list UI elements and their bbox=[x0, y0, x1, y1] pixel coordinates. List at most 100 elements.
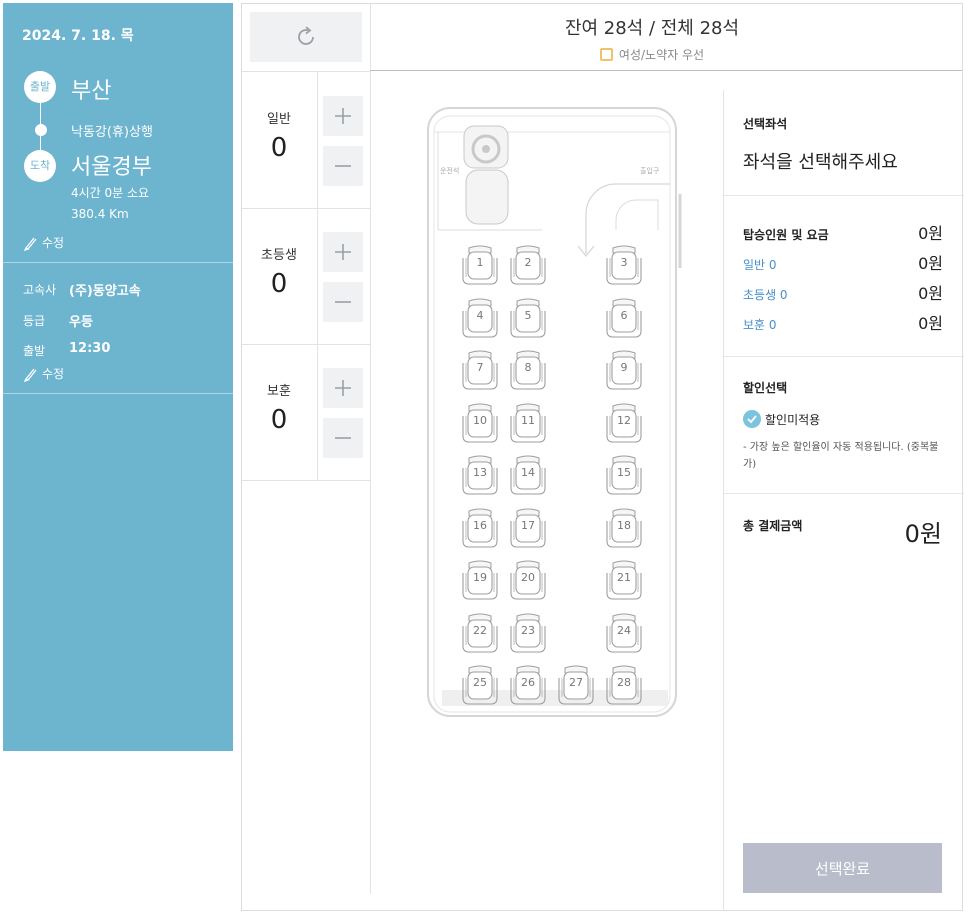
seat-26[interactable]: 26 bbox=[508, 664, 548, 708]
pencil-icon bbox=[23, 237, 37, 251]
plus-icon bbox=[335, 380, 351, 396]
fare-amount: 0원 bbox=[918, 314, 943, 333]
grade-label: 등급 bbox=[23, 314, 46, 328]
counter-general: 일반 0 bbox=[242, 108, 316, 163]
seat-selection-panel: 잔여 28석 / 전체 28석 여성/노약자 우선 일반 0 초등생 0 보훈 … bbox=[241, 3, 964, 911]
discount-title: 할인선택 bbox=[743, 381, 788, 395]
counter-divider bbox=[317, 72, 318, 480]
seat-15[interactable]: 15 bbox=[604, 454, 644, 498]
seat-14[interactable]: 14 bbox=[508, 454, 548, 498]
travel-date: 2024. 7. 18. 목 bbox=[22, 28, 134, 44]
veteran-plus-button[interactable] bbox=[323, 368, 363, 408]
company-label: 고속사 bbox=[23, 283, 57, 297]
seat-12[interactable]: 12 bbox=[604, 402, 644, 446]
fare-row-veteran: 보훈 0 0원 bbox=[743, 310, 943, 334]
fare-label: 초등생 0 bbox=[743, 288, 788, 302]
seat-28[interactable]: 28 bbox=[604, 664, 644, 708]
passenger-type-label: 보훈 bbox=[267, 384, 291, 399]
counter-row-divider bbox=[242, 208, 370, 209]
discount-option-label: 할인미적용 bbox=[765, 412, 821, 427]
edit-bus-label: 수정 bbox=[42, 367, 65, 381]
via-dot bbox=[35, 124, 47, 136]
seat-9[interactable]: 9 bbox=[604, 349, 644, 393]
seat-24[interactable]: 24 bbox=[604, 612, 644, 656]
depart-badge: 출발 bbox=[24, 71, 56, 103]
minus-icon bbox=[335, 165, 351, 167]
fare-amount: 0원 bbox=[918, 284, 943, 303]
seat-25[interactable]: 25 bbox=[460, 664, 500, 708]
counter-row-divider bbox=[242, 344, 370, 345]
trip-duration: 4시간 0분 소요 bbox=[71, 186, 150, 200]
edit-route-label: 수정 bbox=[42, 236, 65, 250]
seat-6[interactable]: 6 bbox=[604, 297, 644, 341]
seat-1[interactable]: 1 bbox=[460, 244, 500, 288]
fare-total: 0원 bbox=[918, 224, 943, 243]
seat-4[interactable]: 4 bbox=[460, 297, 500, 341]
general-minus-button[interactable] bbox=[323, 146, 363, 186]
seat-7[interactable]: 7 bbox=[460, 349, 500, 393]
seat-8[interactable]: 8 bbox=[508, 349, 548, 393]
bus-seat-map: 운전석 출입구 1 2 3 4 5 6 7 8 9 10 11 12 13 14 15 16 17 18 19 20 2… bbox=[426, 104, 686, 724]
edit-bus-button[interactable]: 수정 bbox=[23, 365, 64, 382]
grade-value: 우등 bbox=[69, 315, 93, 330]
selected-seats-title: 선택좌석 bbox=[743, 117, 788, 131]
seat-21[interactable]: 21 bbox=[604, 559, 644, 603]
general-plus-button[interactable] bbox=[323, 96, 363, 136]
header-divider bbox=[370, 70, 962, 71]
booking-summary-panel: 선택좌석 좌석을 선택해주세요 탑승인원 및 요금 0원 일반 0 0원 초등생… bbox=[723, 90, 964, 911]
seat-10[interactable]: 10 bbox=[460, 402, 500, 446]
edit-route-button[interactable]: 수정 bbox=[23, 234, 64, 251]
via-stop: 낙동강(휴)상행 bbox=[71, 125, 153, 140]
passenger-count: 0 bbox=[270, 269, 288, 299]
veteran-minus-button[interactable] bbox=[323, 418, 363, 458]
fare-label: 일반 0 bbox=[743, 258, 777, 272]
driver-seat-label: 운전석 bbox=[440, 167, 460, 175]
seat-23[interactable]: 23 bbox=[508, 612, 548, 656]
seat-2[interactable]: 2 bbox=[508, 244, 548, 288]
fare-amount: 0원 bbox=[918, 254, 943, 273]
total-title: 총 결제금액 bbox=[743, 519, 803, 533]
door-label: 출입구 bbox=[640, 167, 660, 175]
refresh-button[interactable] bbox=[250, 12, 362, 62]
minus-icon bbox=[335, 437, 351, 439]
counter-row-divider bbox=[242, 480, 370, 481]
discount-option[interactable]: 할인미적용 bbox=[743, 410, 820, 428]
fare-row-general: 일반 0 0원 bbox=[743, 250, 943, 274]
column-divider bbox=[370, 4, 371, 894]
seat-19[interactable]: 19 bbox=[460, 559, 500, 603]
time-value: 12:30 bbox=[69, 341, 111, 356]
passenger-count: 0 bbox=[270, 133, 288, 163]
trip-distance: 380.4 Km bbox=[71, 207, 129, 221]
seat-18[interactable]: 18 bbox=[604, 507, 644, 551]
fare-header-row: 탑승인원 및 요금 0원 bbox=[743, 220, 943, 244]
check-icon bbox=[743, 410, 761, 428]
seat-20[interactable]: 20 bbox=[508, 559, 548, 603]
plus-icon bbox=[335, 108, 351, 124]
fare-label: 보훈 0 bbox=[743, 318, 777, 332]
time-label: 출발 bbox=[23, 344, 46, 358]
panel-divider bbox=[724, 356, 964, 357]
seat-27[interactable]: 27 bbox=[556, 664, 596, 708]
route-sidebar: 2024. 7. 18. 목 출발 부산 낙동강(휴)상행 도착 서울경부 4시… bbox=[3, 3, 233, 751]
priority-legend: 여성/노약자 우선 bbox=[372, 46, 932, 63]
sidebar-divider bbox=[3, 262, 233, 263]
counter-veteran: 보훈 0 bbox=[242, 380, 316, 435]
seat-22[interactable]: 22 bbox=[460, 612, 500, 656]
depart-city: 부산 bbox=[71, 79, 112, 104]
seat-3[interactable]: 3 bbox=[604, 244, 644, 288]
priority-swatch bbox=[599, 48, 613, 61]
counter-child: 초등생 0 bbox=[242, 244, 316, 299]
child-minus-button[interactable] bbox=[323, 282, 363, 322]
company-value: (주)동양고속 bbox=[69, 284, 141, 299]
seat-17[interactable]: 17 bbox=[508, 507, 548, 551]
arrive-badge: 도착 bbox=[24, 150, 56, 182]
plus-icon bbox=[335, 244, 351, 260]
seat-5[interactable]: 5 bbox=[508, 297, 548, 341]
complete-selection-button[interactable]: 선택완료 bbox=[743, 843, 942, 893]
seat-11[interactable]: 11 bbox=[508, 402, 548, 446]
child-plus-button[interactable] bbox=[323, 232, 363, 272]
seat-13[interactable]: 13 bbox=[460, 454, 500, 498]
panel-divider bbox=[724, 493, 964, 494]
sidebar-divider bbox=[3, 393, 233, 394]
seat-16[interactable]: 16 bbox=[460, 507, 500, 551]
